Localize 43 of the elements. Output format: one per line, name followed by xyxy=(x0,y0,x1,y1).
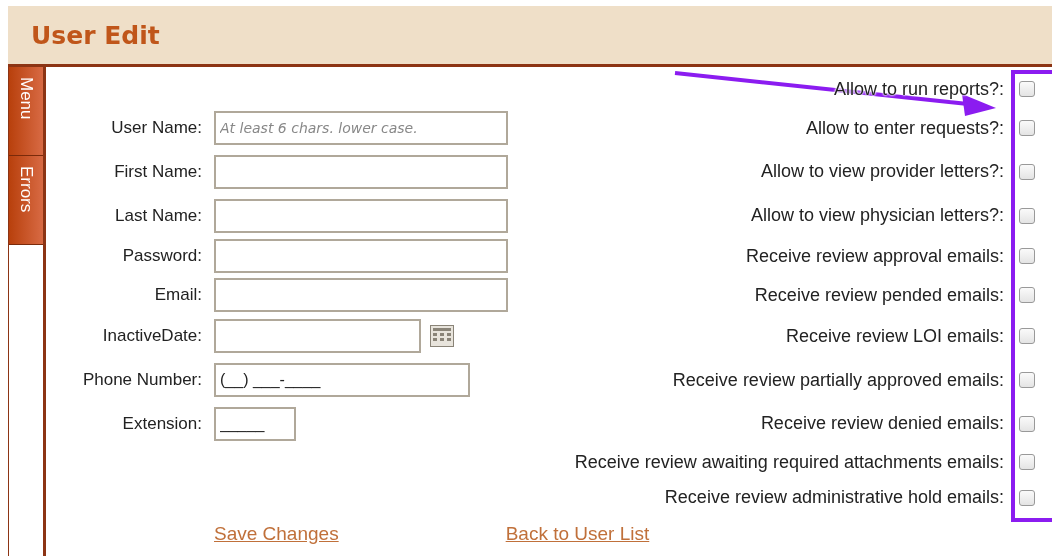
checkbox[interactable] xyxy=(1019,415,1035,432)
checkbox[interactable] xyxy=(1019,372,1035,389)
field-label: User Name: xyxy=(110,118,202,139)
side-tab[interactable]: Menu xyxy=(9,67,43,156)
field-label: First Name: xyxy=(113,161,202,182)
checkbox[interactable] xyxy=(1019,207,1035,224)
permission-label: Allow to enter requests?: xyxy=(804,117,1005,139)
checkbox[interactable] xyxy=(1019,454,1035,470)
checkbox[interactable] xyxy=(1019,81,1035,98)
side-tab[interactable]: Errors xyxy=(9,156,43,245)
input-field[interactable]: At least 6 chars. lower case. xyxy=(214,111,508,146)
permission-label: Receive review partially approved emails: xyxy=(671,369,1005,391)
permission-label: Receive review denied emails: xyxy=(759,413,1005,434)
permission-label: Receive review approval emails: xyxy=(744,245,1005,267)
page-title: User Edit xyxy=(31,20,160,50)
checkbox[interactable] xyxy=(1019,163,1035,180)
input-field[interactable] xyxy=(214,198,508,233)
link[interactable]: Save Changes xyxy=(214,523,339,545)
link[interactable]: Back to User List xyxy=(505,523,650,545)
permission-label: Allow to view physician letters?: xyxy=(749,205,1005,226)
checkbox[interactable] xyxy=(1019,489,1035,506)
permission-label: Receive review administrative hold emails: xyxy=(663,487,1005,508)
input-field[interactable] xyxy=(214,319,421,353)
input-field[interactable]: _____ xyxy=(214,406,296,441)
field-label: Password: xyxy=(121,246,202,266)
field-label: Last Name: xyxy=(114,205,202,226)
checkbox[interactable] xyxy=(1019,248,1035,264)
field-label: Extension: xyxy=(121,413,202,434)
input-field[interactable] xyxy=(214,278,508,312)
permission-label: Allow to view provider letters?: xyxy=(759,161,1005,183)
input-field[interactable]: (__) ___-____ xyxy=(214,363,470,398)
permission-label: Receive review awaiting required attachments emails: xyxy=(573,451,1005,473)
input-field[interactable] xyxy=(214,239,508,273)
field-label: InactiveDate: xyxy=(101,326,202,346)
field-label: Phone Number: xyxy=(81,370,202,391)
checkbox[interactable] xyxy=(1019,120,1035,137)
checkbox[interactable] xyxy=(1019,328,1035,344)
calendar-icon[interactable] xyxy=(430,325,454,347)
input-field[interactable] xyxy=(214,154,508,189)
field-label: Email: xyxy=(153,285,202,305)
permission-label: Receive review LOI emails: xyxy=(784,325,1005,347)
permission-label: Receive review pended emails: xyxy=(753,284,1005,306)
checkbox[interactable] xyxy=(1019,287,1035,303)
